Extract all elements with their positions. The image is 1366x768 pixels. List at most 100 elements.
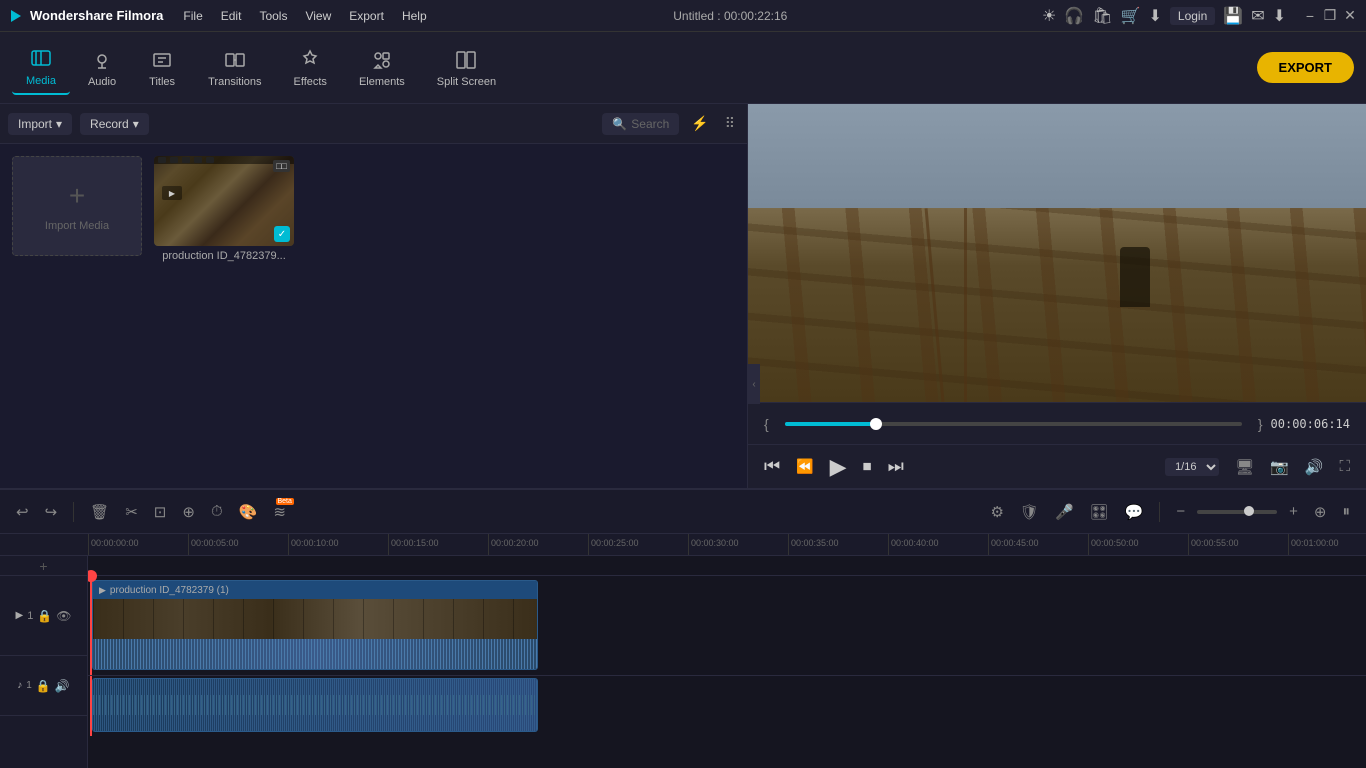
audio-volume-icon[interactable]: 🔊 [55,679,70,693]
download-icon[interactable]: ⬇ [1148,6,1161,26]
ruler-mark-3: 00:00:15:00 [388,534,488,556]
cart-icon[interactable]: 🛒 [1121,6,1141,26]
zoom-out-button[interactable]: − [1172,500,1189,523]
search-icon: 🔍 [612,117,627,131]
panel-collapse-handle[interactable]: ‹ [748,364,760,404]
delete-button[interactable]: 🗑 [86,500,113,524]
login-button[interactable]: Login [1170,7,1215,25]
titlebar-icons: ☀ 🎧 🛍 🛒 ⬇ Login 💾 ✉ ⬇ [1042,6,1286,26]
track-visibility-icon[interactable]: 👁 [56,609,71,623]
zoom-slider[interactable] [1197,510,1277,514]
mic-icon[interactable]: 🎤 [1051,500,1078,524]
menu-tools[interactable]: Tools [251,7,295,25]
ruler-mark-6: 00:00:30:00 [688,534,788,556]
panel-controls: Import ▾ Record ▾ 🔍 Search ⚡ ⠿ [0,104,747,144]
view-toggle-icon[interactable]: ⠿ [721,113,739,134]
video-clip[interactable]: ▶ production ID_4782379 (1) [92,580,538,670]
zoom-in-button[interactable]: + [1285,500,1302,523]
minimize-button[interactable]: − [1302,9,1318,23]
redo-button[interactable]: ↪ [41,500,62,524]
color-button[interactable]: 🎨 [235,500,262,524]
prev-frame-button[interactable]: ⏮ [764,456,780,477]
media-item-label: production ID_4782379... [154,250,294,262]
download2-icon[interactable]: ⬇ [1273,6,1286,26]
track-lock-icon[interactable]: 🔒 [37,609,52,623]
sun-icon[interactable]: ☀ [1042,6,1056,26]
ruler-marks: 00:00:00:00 00:00:05:00 00:00:10:00 00:0… [88,534,1366,556]
in-point-button[interactable]: { [764,416,769,432]
preview-scrubber-bar: { } 00:00:06:14 [748,402,1366,444]
media-thumbnail[interactable]: ▶ ✓ □□ production ID_4782379... [154,156,294,262]
fullscreen-button[interactable]: ⛶ [1339,458,1350,475]
menu-edit[interactable]: Edit [213,7,250,25]
gift-icon[interactable]: 🛍 [1092,6,1112,26]
maximize-button[interactable]: ❐ [1322,9,1338,23]
chevron-down-icon: ▾ [133,117,139,131]
menu-export[interactable]: Export [341,7,392,25]
plus-icon: + [69,180,85,212]
stop-button[interactable]: ⏹ [863,456,872,477]
ai-tools-button[interactable]: ≋ Beta [269,500,290,524]
toolbar-separator-2 [1159,502,1160,522]
quality-select[interactable]: 1/16 [1165,458,1219,476]
search-box[interactable]: 🔍 Search [602,113,679,135]
preview-scrubber[interactable] [785,422,1242,426]
clip-play-icon: ▶ [99,585,106,596]
timecode-display: 00:00:06:14 [1271,417,1350,431]
volume-button[interactable]: 🔊 [1305,458,1324,476]
main-area: Import ▾ Record ▾ 🔍 Search ⚡ ⠿ + Import … [0,104,1366,488]
crop-button[interactable]: ⊡ [150,500,171,524]
video-track: ▶ production ID_4782379 (1) [88,576,1366,676]
out-point-button[interactable]: } [1258,416,1263,432]
audio-settings-icon[interactable]: 🎛 [1086,500,1113,524]
next-frame-button[interactable]: ⏭ [888,456,904,477]
play-button[interactable]: ▶ [830,454,847,480]
speed-button[interactable]: ⏱ [207,500,227,523]
chevron-down-icon: ▾ [56,117,62,131]
pause-indicator[interactable]: ⏸ [1338,500,1354,523]
add-track-row [88,556,1366,576]
save-icon[interactable]: 💾 [1223,6,1243,26]
export-button[interactable]: EXPORT [1257,52,1354,83]
menu-help[interactable]: Help [394,7,435,25]
snapshot-button[interactable]: 📷 [1270,458,1289,476]
audio-clip[interactable] [92,678,538,732]
preview-playback-controls: ⏮ ⏪ ▶ ⏹ ⏭ 1/16 🖥 📷 🔊 ⛶ [748,444,1366,488]
audio-lock-icon[interactable]: 🔒 [36,679,51,693]
waveform-bars [93,639,537,670]
shield-icon[interactable]: 🛡 [1016,500,1043,524]
copy-button[interactable]: ⊕ [178,500,199,524]
fullscreen-preview-button[interactable]: 🖥 [1235,458,1254,476]
toolbar-titles[interactable]: Titles [134,42,190,94]
subtitle-icon[interactable]: 💬 [1121,500,1148,524]
import-dropdown[interactable]: Import ▾ [8,113,72,135]
step-back-button[interactable]: ⏪ [796,458,813,475]
toolbar-effects[interactable]: Effects [280,42,341,94]
timeline-settings-icon[interactable]: ⚙ [986,500,1007,524]
zoom-handle[interactable] [1244,506,1254,516]
filter-icon[interactable]: ⚡ [687,113,712,134]
menu-file[interactable]: File [175,7,210,25]
cut-button[interactable]: ✂ [121,500,142,524]
toolbar-split-screen[interactable]: Split Screen [423,42,510,94]
record-dropdown[interactable]: Record ▾ [80,113,149,135]
import-media-button[interactable]: + Import Media [12,156,142,256]
scrubber-handle[interactable] [870,418,882,430]
playhead[interactable] [90,576,92,675]
ruler-mark-2: 00:00:10:00 [288,534,388,556]
toolbar-elements[interactable]: Elements [345,42,419,94]
add-track-button[interactable]: ⊕ [1310,500,1331,524]
menu-view[interactable]: View [297,7,339,25]
app-name: Wondershare Filmora [30,8,163,23]
headphone-icon[interactable]: 🎧 [1064,6,1084,26]
toolbar-audio[interactable]: Audio [74,42,130,94]
mail-icon[interactable]: ✉ [1251,6,1264,26]
toolbar-transitions[interactable]: Transitions [194,42,275,94]
selected-check-badge: ✓ [274,226,290,242]
undo-button[interactable]: ↩ [12,500,33,524]
add-track-area[interactable]: + [0,556,87,576]
ruler-mark-12: 00:01:00:00 [1288,534,1366,556]
close-button[interactable]: ✕ [1342,9,1358,23]
toolbar-media[interactable]: Media [12,41,70,95]
ruler-mark-0: 00:00:00:00 [88,534,188,556]
